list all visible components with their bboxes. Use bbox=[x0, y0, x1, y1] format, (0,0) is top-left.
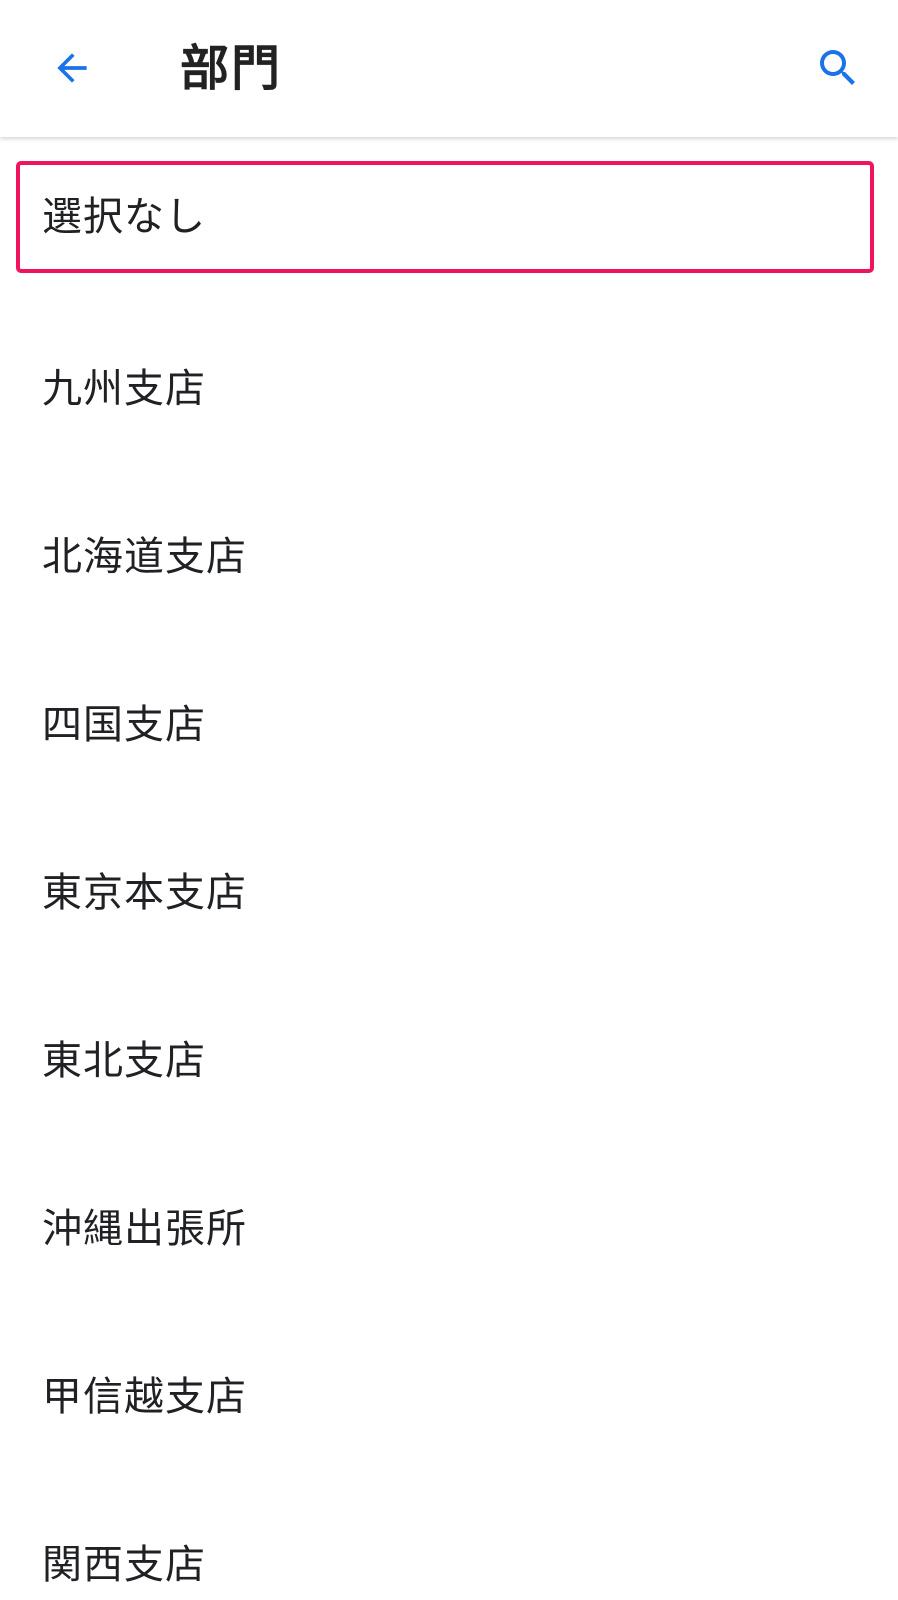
arrow-left-icon bbox=[57, 53, 87, 83]
list-item-label: 九州支店 bbox=[42, 366, 206, 412]
list-item-label: 甲信越支店 bbox=[42, 1374, 247, 1420]
search-icon bbox=[820, 50, 855, 85]
back-button[interactable] bbox=[40, 36, 104, 100]
list-item-koshinetsu[interactable]: 甲信越支店 bbox=[0, 1313, 898, 1481]
list-item-label: 北海道支店 bbox=[42, 534, 247, 580]
list-item-label: 東北支店 bbox=[42, 1038, 206, 1084]
list-item-label: 選択なし bbox=[42, 194, 206, 240]
list-item-kansai[interactable]: 関西支店 bbox=[0, 1481, 898, 1600]
app-bar: 部門 bbox=[0, 0, 898, 137]
page-title: 部門 bbox=[180, 40, 283, 97]
list-item-label: 関西支店 bbox=[42, 1542, 206, 1588]
list-item-label: 沖縄出張所 bbox=[42, 1206, 247, 1252]
list-item-shikoku[interactable]: 四国支店 bbox=[0, 641, 898, 809]
list-item-tokyo[interactable]: 東京本支店 bbox=[0, 809, 898, 977]
list-item-okinawa[interactable]: 沖縄出張所 bbox=[0, 1145, 898, 1313]
list-item-hokkaido[interactable]: 北海道支店 bbox=[0, 473, 898, 641]
list-item-label: 東京本支店 bbox=[42, 870, 247, 916]
search-button[interactable] bbox=[806, 36, 870, 100]
department-list: 選択なし 九州支店 北海道支店 四国支店 東京本支店 東北支店 沖縄出張所 甲信… bbox=[0, 137, 898, 1600]
list-item-none[interactable]: 選択なし bbox=[0, 137, 898, 305]
list-item-label: 四国支店 bbox=[42, 702, 206, 748]
list-item-tohoku[interactable]: 東北支店 bbox=[0, 977, 898, 1145]
list-item-kyushu[interactable]: 九州支店 bbox=[0, 305, 898, 473]
